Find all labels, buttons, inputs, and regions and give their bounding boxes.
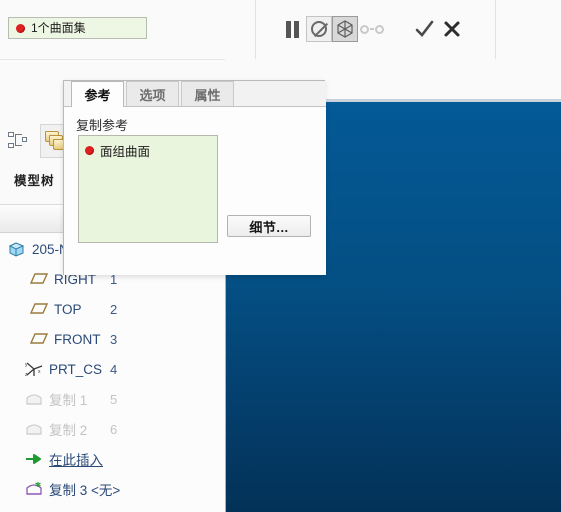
cancel-button[interactable] [438, 15, 466, 43]
toolbar-divider-right [495, 0, 496, 59]
tree-row-name: TOP [29, 301, 82, 317]
part-icon [8, 242, 25, 257]
reference-item-label: 面组曲面 [100, 145, 151, 159]
tree-row-name: FRONT [29, 331, 101, 347]
copy-feature-icon [25, 391, 43, 407]
tab-properties[interactable]: 属性 [181, 81, 234, 106]
tree-row-name: 复制 1 [25, 389, 87, 409]
preview-geometry-icon [337, 20, 353, 38]
tree-row-label: 复制 3 <无> [49, 483, 121, 498]
tree-row-number: 2 [110, 301, 118, 317]
tree-row-name: 复制 3 <无> [25, 479, 120, 499]
tree-row-name: y z x PRT_CS [25, 361, 103, 379]
copy-feature-icon [26, 394, 42, 405]
no-entry-icon [311, 21, 327, 37]
tab-options[interactable]: 选项 [126, 81, 179, 106]
tree-row[interactable]: y z x PRT_CS 4 [0, 354, 225, 384]
pause-icon [285, 20, 299, 38]
insert-arrow-icon [26, 454, 41, 464]
tree-row-label: 复制 1 [49, 393, 88, 408]
dialog-tab-strip: 参考 选项 属性 [64, 81, 326, 107]
insert-arrow-icon [25, 451, 43, 467]
tree-row-name: 复制 2 [25, 419, 87, 439]
datum-plane-icon [29, 331, 49, 347]
tree-row-label: 在此插入 [49, 453, 103, 468]
glasses-icon [360, 24, 384, 34]
detail-button[interactable]: 细节... [227, 215, 311, 237]
reference-list-item[interactable]: 面组曲面 [85, 141, 217, 160]
datum-plane-icon [29, 303, 49, 314]
x-icon [444, 21, 460, 37]
references-flyout-dialog: 参考 选项 属性 复制参考 面组曲面 细节... [63, 80, 326, 275]
tree-row-number: 3 [110, 331, 118, 347]
tree-row[interactable]: 复制 2 6 [0, 414, 225, 444]
datum-plane-icon [29, 271, 49, 287]
hierarchy-button[interactable] [2, 124, 36, 158]
hierarchy-icon [8, 131, 30, 151]
tree-row-label: PRT_CS [49, 361, 103, 377]
tree-row-number: 4 [110, 361, 118, 377]
surface-set-status-field[interactable]: 1个曲面集 [8, 17, 147, 39]
tree-row[interactable]: 在此插入 [0, 444, 225, 474]
tree-row[interactable]: TOP 2 [0, 294, 225, 324]
tree-row[interactable]: 复制 3 <无> [0, 474, 225, 504]
tree-row-label: TOP [54, 301, 82, 317]
tree-row[interactable]: FRONT 3 [0, 324, 225, 354]
accept-button[interactable] [410, 15, 438, 43]
model-tree-title: 模型树 [14, 174, 55, 188]
dialog-body: 复制参考 面组曲面 细节... [64, 107, 326, 275]
dashboard-toolbar: 1个曲面集 [0, 0, 561, 59]
copy-new-icon [25, 481, 43, 497]
check-icon [415, 20, 434, 37]
datum-plane-icon [29, 333, 49, 344]
application-window: 1个曲面集 模型树 205-N RIGHT 1 TOP 2 FRONT 3 y … [0, 0, 561, 512]
copy-new-icon [26, 482, 42, 495]
model-tree-rows: 205-N RIGHT 1 TOP 2 FRONT 3 y z x PRT_CS 4 复制 1 5 复制 2… [0, 234, 225, 512]
glasses-button[interactable] [358, 15, 386, 43]
copy-feature-icon [25, 421, 43, 437]
part-icon [8, 241, 26, 257]
tree-row-label: FRONT [54, 331, 101, 347]
csys-icon: yzx [25, 362, 43, 378]
tree-row[interactable]: 复制 1 5 [0, 384, 225, 414]
tree-row-number: 5 [110, 391, 118, 407]
tree-row-name: 在此插入 [25, 449, 103, 469]
status-label: 1个曲面集 [31, 21, 86, 35]
preview-geometry-button[interactable] [332, 16, 358, 42]
datum-plane-icon [29, 301, 49, 317]
toolbar-divider-left [255, 0, 256, 59]
csys-icon: yzx [25, 361, 43, 378]
dashboard-controls [278, 14, 466, 44]
tree-row-number: 6 [110, 421, 118, 437]
copy-feature-icon [26, 424, 42, 435]
reference-indicator-dot [85, 146, 94, 155]
tab-references[interactable]: 参考 [71, 81, 124, 107]
tree-row-label: 复制 2 [49, 423, 88, 438]
datum-plane-icon [29, 273, 49, 284]
no-entry-button[interactable] [306, 16, 332, 42]
svg-text:x: x [38, 369, 41, 375]
reference-list-box[interactable]: 面组曲面 [78, 135, 218, 243]
copy-reference-label: 复制参考 [76, 118, 129, 133]
tree-row-name: 205-N [8, 241, 69, 257]
pause-button[interactable] [278, 15, 306, 43]
status-indicator-dot [16, 23, 25, 33]
